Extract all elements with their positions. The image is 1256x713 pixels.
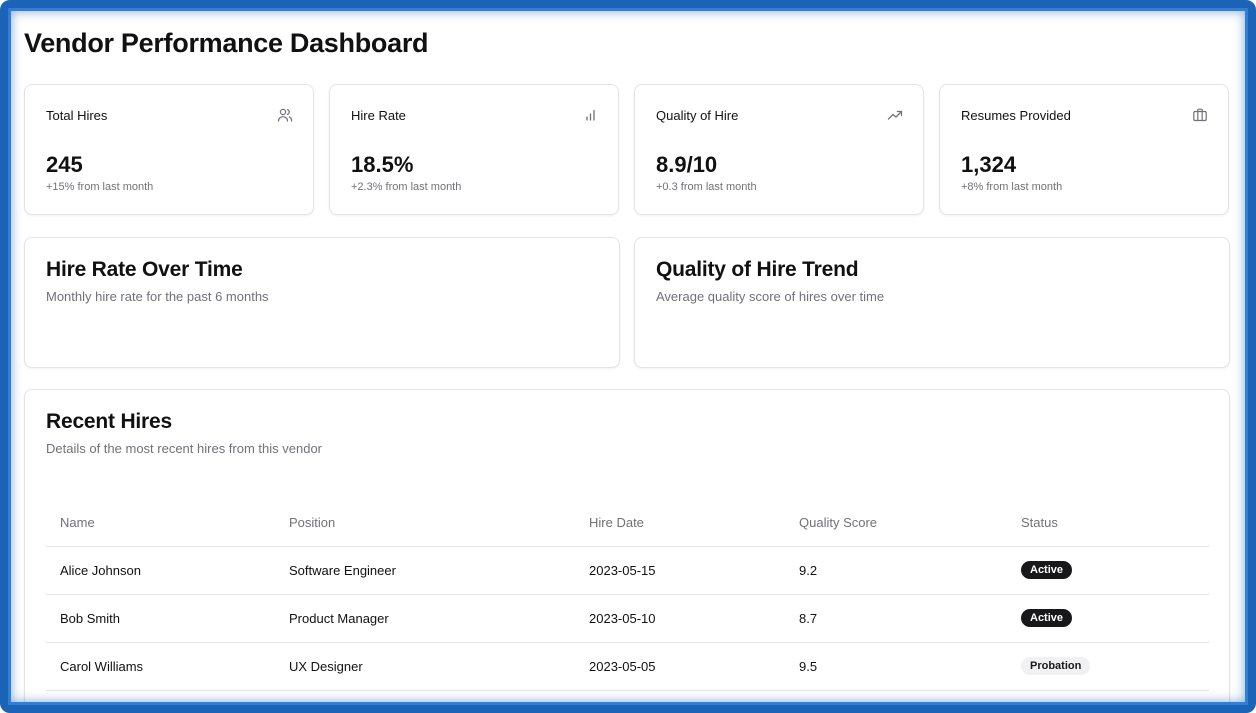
cell-quality-score: 9.2 [785,546,1007,595]
recent-hires-card: Recent Hires Details of the most recent … [24,389,1230,704]
stat-delta: +0.3 from last month [656,181,757,193]
stat-label: Hire Rate [351,108,406,123]
recent-hires-table: Name Position Hire Date Quality Score St… [46,500,1209,691]
cell-name: Alice Johnson [46,546,275,595]
trending-up-icon [887,107,903,123]
cell-position: Software Engineer [275,546,575,595]
cell-name: Bob Smith [46,594,275,643]
page-title: Vendor Performance Dashboard [24,28,429,58]
status-badge: Probation [1021,657,1091,675]
table-row[interactable]: Carol Williams UX Designer 2023-05-05 9.… [46,642,1209,691]
stat-value: 1,324 [961,152,1017,177]
table-header-row: Name Position Hire Date Quality Score St… [46,500,1209,547]
cell-position: Product Manager [275,594,575,643]
status-badge: Active [1021,609,1073,627]
stat-card-resumes-provided: Resumes Provided 1,324 +8% from last mon… [939,84,1229,215]
chart-subtitle: Average quality score of hires over time [656,289,885,304]
column-header-name: Name [46,500,275,547]
stat-card-hire-rate: Hire Rate 18.5% +2.3% from last month [329,84,619,215]
chart-subtitle: Monthly hire rate for the past 6 months [46,289,269,304]
stat-delta: +15% from last month [46,181,154,193]
briefcase-icon [1192,107,1208,123]
stat-delta: +8% from last month [961,181,1063,193]
stat-value: 18.5% [351,152,414,177]
quality-trend-chart-card: Quality of Hire Trend Average quality sc… [634,237,1230,368]
column-header-position: Position [275,500,575,547]
stat-card-total-hires: Total Hires 245 +15% from last month [24,84,314,215]
stat-card-quality-of-hire: Quality of Hire 8.9/10 +0.3 from last mo… [634,84,924,215]
cell-position: UX Designer [275,642,575,691]
cell-status: Active [1007,594,1209,643]
dashboard-page: Vendor Performance Dashboard Total Hires… [20,14,1236,704]
chart-title: Hire Rate Over Time [46,258,243,281]
stat-value: 245 [46,152,83,177]
cell-quality-score: 9.5 [785,642,1007,691]
hire-rate-chart-card: Hire Rate Over Time Monthly hire rate fo… [24,237,620,368]
users-icon [277,107,293,123]
stat-label: Quality of Hire [656,108,739,123]
cell-quality-score: 8.7 [785,594,1007,643]
column-header-hire-date: Hire Date [575,500,785,547]
cell-hire-date: 2023-05-15 [575,546,785,595]
cell-name: Carol Williams [46,642,275,691]
cell-hire-date: 2023-05-05 [575,642,785,691]
stat-value: 8.9/10 [656,152,718,177]
table-row[interactable]: Alice Johnson Software Engineer 2023-05-… [46,546,1209,595]
bar-chart-icon [582,107,598,123]
section-subtitle: Details of the most recent hires from th… [46,441,323,456]
table-row[interactable]: Bob Smith Product Manager 2023-05-10 8.7… [46,594,1209,643]
section-title: Recent Hires [46,410,172,433]
stat-label: Total Hires [46,108,108,123]
column-header-status: Status [1007,500,1209,547]
cell-status: Probation [1007,642,1209,691]
status-badge: Active [1021,561,1073,579]
cell-status: Active [1007,546,1209,595]
chart-title: Quality of Hire Trend [656,258,859,281]
column-header-quality-score: Quality Score [785,500,1007,547]
cell-hire-date: 2023-05-10 [575,594,785,643]
stat-delta: +2.3% from last month [351,181,462,193]
stat-label: Resumes Provided [961,108,1071,123]
